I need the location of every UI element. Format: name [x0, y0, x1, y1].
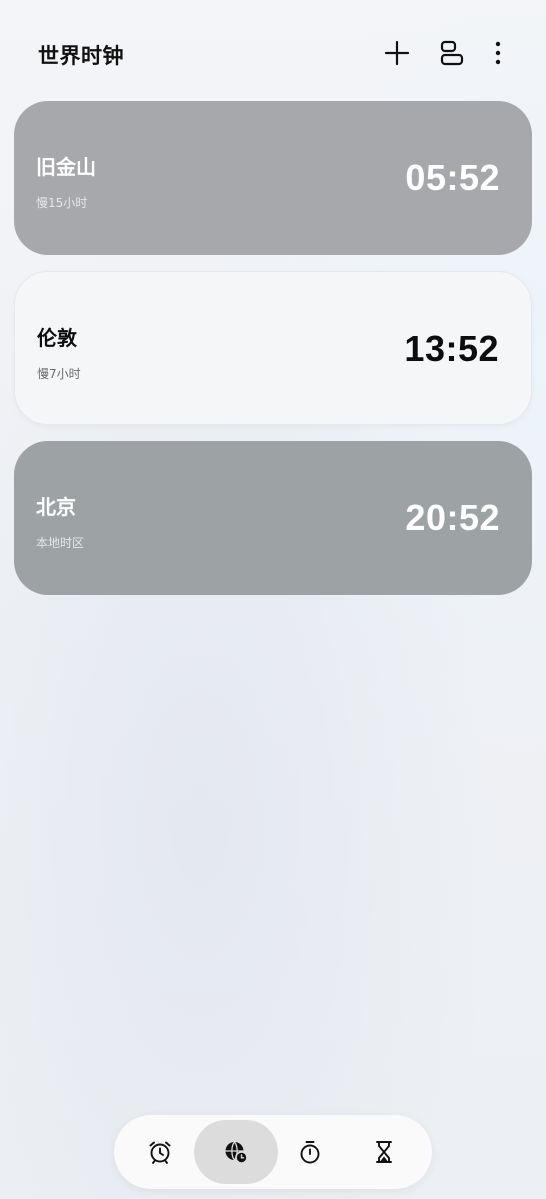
app-header: 世界时钟	[0, 0, 546, 100]
add-city-button[interactable]	[380, 36, 414, 70]
nav-tab-timer[interactable]	[342, 1120, 426, 1184]
city-time: 13:52	[404, 328, 499, 369]
add-icon	[384, 40, 410, 66]
city-name: 旧金山	[36, 155, 96, 179]
time-offset: 慢15小时	[36, 196, 88, 210]
clock-card-beijing[interactable]: 北京 本地时区 20:52	[14, 441, 532, 595]
world-clock-icon	[225, 1141, 248, 1164]
layout-toggle-icon	[440, 40, 464, 66]
layout-toggle-button[interactable]	[434, 36, 468, 70]
city-name: 北京	[36, 495, 76, 519]
timer-hourglass-icon	[376, 1141, 392, 1163]
more-vertical-icon	[495, 41, 501, 65]
alarm-clock-icon	[149, 1141, 171, 1164]
page-title: 世界时钟	[38, 44, 124, 68]
city-time: 20:52	[405, 497, 500, 538]
bottom-navigation	[114, 1115, 432, 1189]
nav-tab-world-clock[interactable]	[194, 1120, 278, 1184]
time-offset: 慢7小时	[37, 367, 81, 381]
more-options-button[interactable]	[481, 36, 515, 70]
clock-card-london[interactable]: 伦敦 慢7小时 13:52	[14, 271, 532, 425]
stopwatch-icon	[300, 1141, 320, 1164]
city-time: 05:52	[405, 157, 500, 198]
clock-card-san-francisco[interactable]: 旧金山 慢15小时 05:52	[14, 101, 532, 255]
city-name: 伦敦	[37, 326, 77, 350]
nav-tab-stopwatch[interactable]	[268, 1120, 352, 1184]
nav-tab-alarm[interactable]	[118, 1120, 202, 1184]
time-offset: 本地时区	[36, 536, 85, 550]
